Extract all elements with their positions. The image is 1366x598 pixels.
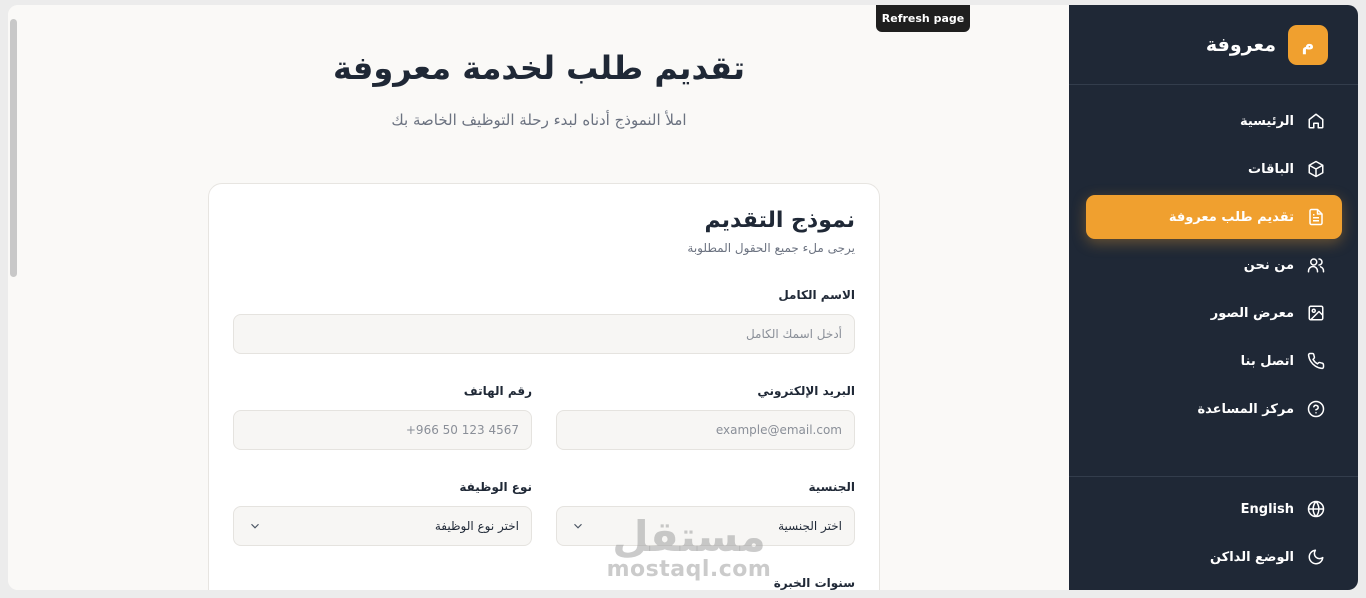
globe-icon: [1306, 499, 1326, 519]
sidebar-item-label: مركز المساعدة: [1197, 401, 1294, 417]
logo-badge: م: [1288, 24, 1328, 65]
sidebar-item-apply[interactable]: تقديم طلب معروفة: [1086, 195, 1342, 239]
full-name-placeholder: أدخل اسمك الكامل: [745, 327, 842, 341]
image-icon: [1306, 303, 1326, 323]
sidebar-item-contact[interactable]: اتصل بنا: [1086, 339, 1342, 383]
package-icon: [1306, 159, 1326, 179]
job-type-selected: اختر نوع الوظيفة: [434, 519, 519, 533]
form-title: نموذج التقديم: [704, 208, 855, 233]
sidebar-item-about[interactable]: من نحن: [1086, 243, 1342, 287]
nationality-selected: اختر الجنسية: [778, 519, 842, 533]
brand-logo[interactable]: م معروفة: [1069, 5, 1358, 85]
email-input[interactable]: example@email.com: [556, 410, 855, 450]
sidebar: م معروفة الرئيسية الباقات تقديم طلب معرو…: [1069, 5, 1358, 590]
sidebar-item-label: الباقات: [1248, 161, 1294, 177]
sidebar-item-label: الرئيسية: [1239, 113, 1294, 129]
sidebar-item-gallery[interactable]: معرض الصور: [1086, 291, 1342, 335]
nationality-label: الجنسية: [808, 480, 855, 494]
sidebar-nav: الرئيسية الباقات تقديم طلب معروفة من نحن: [1069, 85, 1358, 431]
app-window: تقديم طلب لخدمة معروفة املأ النموذج أدنا…: [8, 5, 1358, 590]
home-icon: [1306, 111, 1326, 131]
full-name-label: الاسم الكامل: [778, 288, 855, 302]
sidebar-footer: English الوضع الداكن: [1069, 476, 1358, 590]
sidebar-item-home[interactable]: الرئيسية: [1086, 99, 1342, 143]
phone-label: رقم الهاتف: [463, 384, 532, 398]
phone-icon: [1306, 351, 1326, 371]
email-label: البريد الإلكتروني: [757, 384, 855, 398]
refresh-tooltip: Refresh page: [876, 5, 970, 32]
phone-placeholder: +966 50 123 4567: [405, 423, 519, 437]
page-subtitle: املأ النموذج أدناه لبدء رحلة التوظيف الخ…: [391, 111, 687, 129]
chevron-down-icon: [251, 523, 259, 529]
job-type-select[interactable]: اختر نوع الوظيفة: [233, 506, 532, 546]
dark-mode-toggle[interactable]: الوضع الداكن: [1086, 535, 1342, 579]
main-content: تقديم طلب لخدمة معروفة املأ النموذج أدنا…: [8, 5, 1070, 590]
help-icon: [1306, 399, 1326, 419]
watermark-latin: mostaql.com: [606, 557, 772, 582]
language-label: English: [1240, 501, 1294, 517]
watermark-arabic: مستقل: [612, 512, 766, 561]
brand-name: معروفة: [1205, 33, 1276, 56]
sidebar-item-packages[interactable]: الباقات: [1086, 147, 1342, 191]
users-icon: [1306, 255, 1326, 275]
full-name-input[interactable]: أدخل اسمك الكامل: [233, 314, 855, 354]
email-placeholder: example@email.com: [715, 423, 842, 437]
moon-icon: [1306, 547, 1326, 567]
sidebar-item-label: معرض الصور: [1210, 305, 1294, 321]
sidebar-item-label: تقديم طلب معروفة: [1168, 209, 1294, 225]
language-toggle[interactable]: English: [1086, 487, 1342, 531]
phone-input[interactable]: +966 50 123 4567: [233, 410, 532, 450]
sidebar-item-help[interactable]: مركز المساعدة: [1086, 387, 1342, 431]
page-title: تقديم طلب لخدمة معروفة: [333, 49, 745, 87]
experience-label: سنوات الخبرة: [773, 576, 855, 590]
dark-mode-label: الوضع الداكن: [1209, 549, 1294, 565]
form-subtitle: يرجى ملء جميع الحقول المطلوبة: [687, 241, 855, 255]
sidebar-item-label: اتصل بنا: [1240, 353, 1294, 369]
chevron-down-icon: [574, 523, 582, 529]
application-form-card: نموذج التقديم يرجى ملء جميع الحقول المطل…: [208, 183, 880, 590]
sidebar-item-label: من نحن: [1243, 257, 1294, 273]
mostaql-watermark: مستقل mostaql.com: [604, 515, 774, 581]
document-icon: [1306, 207, 1326, 227]
job-type-label: نوع الوظيفة: [459, 480, 532, 494]
